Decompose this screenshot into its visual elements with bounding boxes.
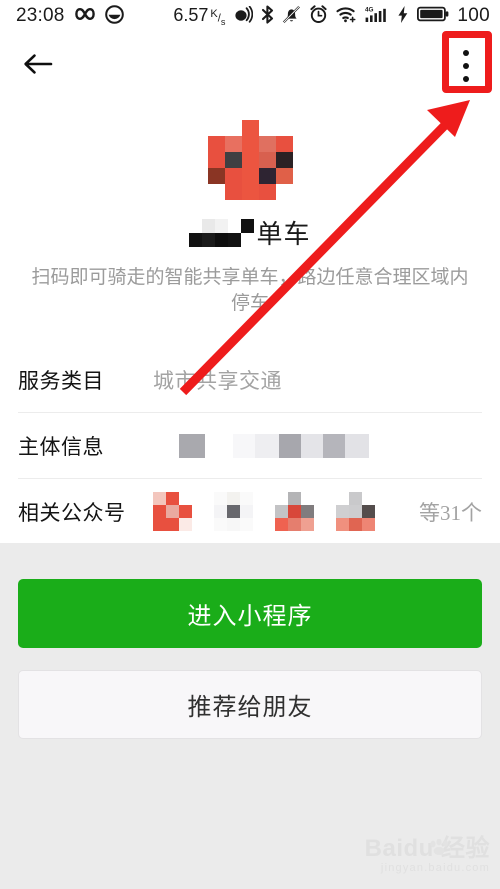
info-row-subject-info: 主体信息: [18, 412, 482, 478]
more-options-button[interactable]: [446, 40, 486, 92]
signal-4g-icon: 4G: [365, 5, 389, 28]
infinity-icon: [74, 6, 96, 26]
info-value-subject-info-masked: [153, 433, 369, 458]
info-label-subject-info: 主体信息: [18, 434, 104, 459]
app-title: 单车: [256, 220, 311, 249]
battery-level: 100: [457, 5, 490, 26]
info-row-related-accounts[interactable]: 相关公众号 等31个: [18, 478, 482, 544]
pixelated-app-logo: [207, 120, 293, 200]
more-vertical-icon-dot-2: [463, 63, 469, 69]
app-title-row: 单车: [0, 214, 500, 251]
enter-miniapp-button[interactable]: 进入小程序: [18, 579, 482, 648]
info-value-service-category: 城市共享交通: [153, 368, 282, 393]
watermark-paw-icon: [430, 839, 448, 855]
location-radar-icon: [233, 5, 254, 27]
network-speed-value: 6.57: [173, 5, 209, 26]
charging-bolt-icon: [397, 5, 409, 28]
alarm-clock-icon: [309, 4, 328, 28]
network-speed-unit: K/s: [210, 7, 226, 27]
phone-screen: 23:08 6.57 K/s 4G 100 单车 扫码即可骑走的智能共享单车，路…: [0, 0, 500, 889]
back-arrow-icon: [23, 52, 53, 81]
bottom-action-area: 进入小程序 推荐给朋友 Baidu 经验 jingyan.baidu.com: [0, 543, 500, 889]
info-label-related-accounts: 相关公众号: [18, 500, 126, 525]
status-bar-right: 6.57 K/s 4G 100: [173, 4, 490, 28]
related-accounts-count: 等31个: [419, 500, 482, 525]
app-description: 扫码即可骑走的智能共享单车，路边任意合理区域内停车: [31, 267, 469, 315]
account-avatar-4: [336, 492, 375, 532]
signal-4g-label: 4G: [365, 6, 374, 13]
status-bar: 23:08 6.57 K/s 4G 100: [0, 0, 500, 32]
account-avatar-1: [153, 492, 192, 532]
info-list: 服务类目 城市共享交通 主体信息 相关公众号 等31个: [0, 347, 500, 544]
mute-bell-icon: [282, 5, 301, 28]
watermark-sub: jingyan.baidu.com: [380, 862, 490, 875]
recommend-to-friends-button[interactable]: 推荐给朋友: [18, 670, 482, 739]
network-speed-unit-den: s: [220, 16, 226, 27]
info-row-service-category: 服务类目 城市共享交通: [18, 347, 482, 412]
account-avatar-3: [275, 492, 314, 532]
status-clock: 23:08: [16, 5, 65, 26]
emoji-face-icon: [104, 4, 124, 28]
battery-icon: [417, 5, 449, 27]
more-vertical-icon-dot-3: [463, 76, 469, 82]
app-title-masked-prefix: [189, 218, 255, 247]
info-label-service-category: 服务类目: [18, 368, 104, 393]
back-button[interactable]: [16, 46, 60, 86]
account-avatar-2: [214, 492, 253, 532]
app-logo-container: [0, 100, 500, 200]
network-speed: 6.57 K/s: [173, 5, 225, 26]
status-bar-left: 23:08: [16, 4, 124, 28]
more-vertical-icon-dot-1: [463, 50, 469, 56]
network-speed-unit-num: K: [210, 7, 218, 20]
related-accounts-avatars: [153, 492, 419, 532]
wifi-plus-icon: [336, 6, 357, 27]
bluetooth-icon: [261, 4, 274, 28]
mini-program-profile-card: 单车 扫码即可骑走的智能共享单车，路边任意合理区域内停车 服务类目 城市共享交通…: [0, 100, 500, 545]
navigation-bar: [0, 32, 500, 100]
